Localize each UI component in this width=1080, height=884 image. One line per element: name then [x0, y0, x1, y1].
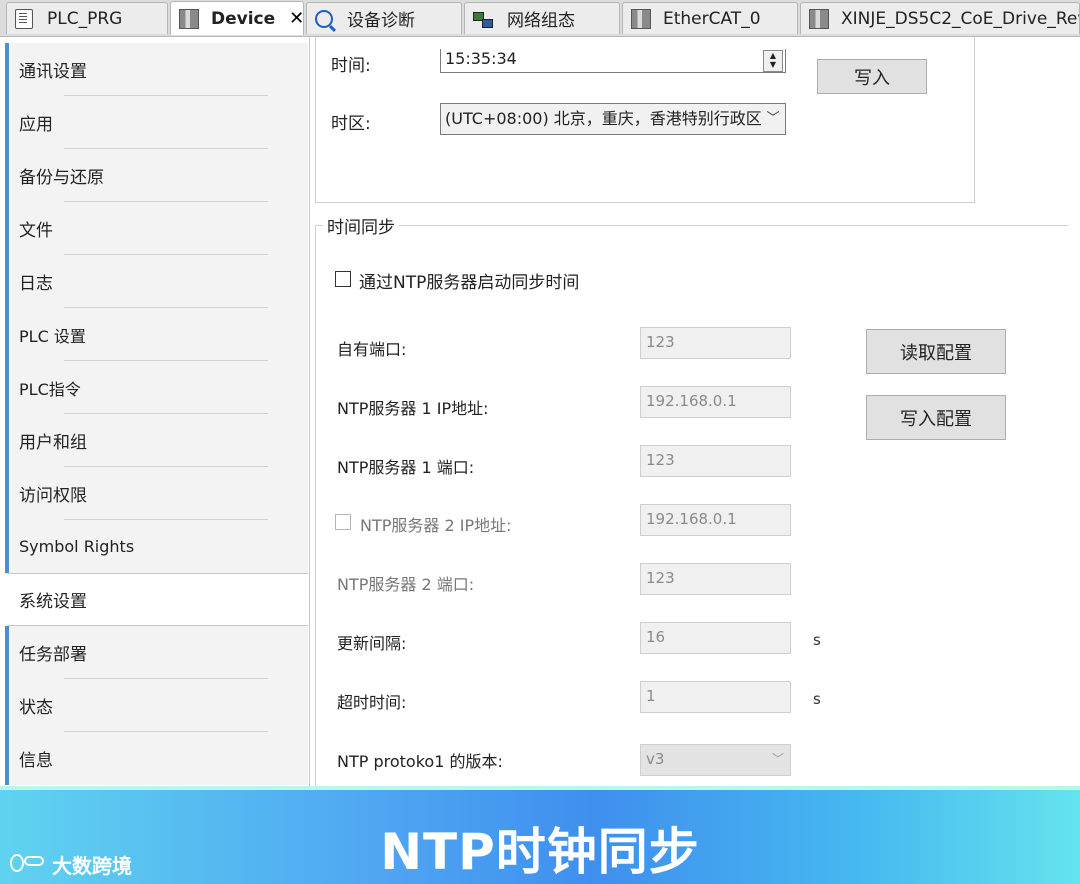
time-sync-legend: 时间同步	[323, 213, 399, 238]
ntp-protocol-label: NTP protoko1 的版本:	[337, 752, 503, 771]
document-icon	[15, 8, 33, 29]
own-port-input[interactable]: 123	[640, 327, 791, 359]
ntp-enable-checkbox[interactable]	[335, 271, 351, 287]
sidebar-item-label: Symbol Rights	[19, 537, 135, 556]
ntp-protocol-value: v3	[646, 750, 665, 768]
timezone-value: (UTC+08:00) 北京，重庆，香港特别行政区	[445, 109, 762, 128]
tab-label: Device	[211, 8, 276, 29]
sidebar-item-label: 系统设置	[19, 592, 87, 612]
sidebar-item-task-deployment[interactable]: 任务部署	[5, 626, 308, 679]
server1-ip-label: NTP服务器 1 IP地址:	[337, 399, 489, 418]
brand-logo-text: 大数跨境	[52, 854, 132, 878]
sidebar-item-label: 信息	[19, 751, 53, 771]
sidebar-item-users-groups[interactable]: 用户和组	[5, 414, 308, 467]
server2-ip-label: NTP服务器 2 IP地址:	[360, 516, 512, 535]
time-label: 时间:	[331, 56, 371, 76]
server2-port-label: NTP服务器 2 端口:	[337, 575, 475, 594]
sidebar-item-label: 访问权限	[19, 486, 87, 506]
server1-port-input[interactable]: 123	[640, 445, 791, 477]
sidebar-item-label: PLC指令	[19, 379, 81, 399]
time-value: 15:35:34	[445, 49, 517, 68]
network-icon	[473, 10, 493, 28]
time-input[interactable]: 15:35:34 ▲ ▼	[440, 49, 786, 73]
tab-label: XINJE_DS5C2_CoE_Drive_Rev	[841, 8, 1080, 29]
sidebar-item-log[interactable]: 日志	[5, 255, 308, 308]
chevron-down-icon: ﹀	[771, 752, 784, 766]
server2-port-input[interactable]: 123	[640, 563, 791, 595]
tab-label: 设备诊断	[347, 11, 415, 31]
tab-device-diagnosis[interactable]: 设备诊断	[306, 2, 462, 34]
sidebar-item-application[interactable]: 应用	[5, 96, 308, 149]
sidebar-item-label: 应用	[19, 115, 53, 135]
close-tab-icon[interactable]: ✕	[289, 8, 303, 29]
tab-ethercat[interactable]: EtherCAT_0	[622, 2, 798, 34]
device-sidebar: 通讯设置 应用 备份与还原 文件 日志 PLC 设置 PLC指令 用户和组 访问…	[0, 37, 310, 787]
sidebar-item-access-rights[interactable]: 访问权限	[5, 467, 308, 520]
tab-label: PLC_PRG	[47, 8, 123, 29]
device-icon	[631, 8, 651, 29]
timezone-select[interactable]: (UTC+08:00) 北京，重庆，香港特别行政区 ﹀	[440, 103, 786, 135]
brand-logo-icon	[10, 853, 48, 876]
timeout-input[interactable]: 1	[640, 681, 791, 713]
brand-logo: 大数跨境	[10, 850, 132, 879]
sidebar-item-info[interactable]: 信息	[5, 732, 308, 785]
timezone-label: 时区:	[331, 114, 371, 134]
server2-ip-input[interactable]: 192.168.0.1	[640, 504, 791, 536]
caption-banner: NTP时钟同步 大数跨境	[0, 786, 1080, 884]
tab-label: EtherCAT_0	[663, 8, 761, 29]
banner-title: NTP时钟同步	[380, 823, 700, 881]
server2-enable-checkbox[interactable]	[335, 514, 351, 530]
sidebar-item-label: 状态	[19, 698, 53, 718]
sidebar-item-label: 文件	[19, 221, 53, 241]
sidebar-item-plc-commands[interactable]: PLC指令	[5, 361, 308, 414]
sidebar-item-label: PLC 设置	[19, 326, 86, 346]
write-config-button[interactable]: 写入配置	[866, 395, 1006, 440]
sidebar-item-label: 备份与还原	[19, 168, 104, 188]
tab-plc-prg[interactable]: PLC_PRG	[6, 2, 168, 34]
tab-xinje-drive[interactable]: XINJE_DS5C2_CoE_Drive_Rev	[800, 2, 1080, 34]
sidebar-item-label: 用户和组	[19, 433, 87, 453]
server1-ip-input[interactable]: 192.168.0.1	[640, 386, 791, 418]
sidebar-item-files[interactable]: 文件	[5, 202, 308, 255]
sidebar-item-symbol-rights[interactable]: Symbol Rights	[5, 520, 308, 573]
sidebar-item-backup-restore[interactable]: 备份与还原	[5, 149, 308, 202]
sidebar-item-label: 日志	[19, 274, 53, 294]
own-port-label: 自有端口:	[337, 340, 407, 359]
sidebar-item-communication[interactable]: 通讯设置	[5, 43, 308, 96]
interval-unit: s	[813, 631, 821, 649]
read-config-button[interactable]: 读取配置	[866, 329, 1006, 374]
tab-network-config[interactable]: 网络组态	[464, 2, 620, 34]
device-icon	[179, 8, 199, 29]
chevron-down-icon: ﹀	[765, 104, 781, 134]
device-icon	[809, 8, 829, 29]
sidebar-item-label: 任务部署	[19, 645, 87, 665]
tab-label: 网络组态	[507, 11, 575, 31]
editor-tab-bar: PLC_PRG Device ✕ 设备诊断 网络组态 EtherCAT_0 XI…	[0, 0, 1080, 37]
ntp-protocol-select[interactable]: v3 ﹀	[640, 744, 791, 776]
timeout-label: 超时时间:	[337, 693, 407, 712]
sidebar-item-plc-settings[interactable]: PLC 设置	[5, 308, 308, 361]
timeout-unit: s	[813, 690, 821, 708]
time-spinner[interactable]: ▲ ▼	[763, 50, 783, 72]
update-interval-input[interactable]: 16	[640, 622, 791, 654]
sidebar-item-label: 通讯设置	[19, 62, 87, 82]
server1-port-label: NTP服务器 1 端口:	[337, 458, 475, 477]
diagnosis-icon	[315, 9, 333, 28]
ntp-enable-label: 通过NTP服务器启动同步时间	[359, 273, 580, 293]
write-time-button[interactable]: 写入	[817, 59, 927, 94]
tab-device[interactable]: Device ✕	[170, 1, 304, 35]
update-interval-label: 更新间隔:	[337, 634, 407, 653]
system-settings-panel: 时间: 15:35:34 ▲ ▼ 写入 时区: (UTC+08:00) 北京，重庆…	[310, 37, 1080, 787]
sidebar-item-status[interactable]: 状态	[5, 679, 308, 732]
sidebar-item-system-settings[interactable]: 系统设置	[5, 573, 308, 626]
